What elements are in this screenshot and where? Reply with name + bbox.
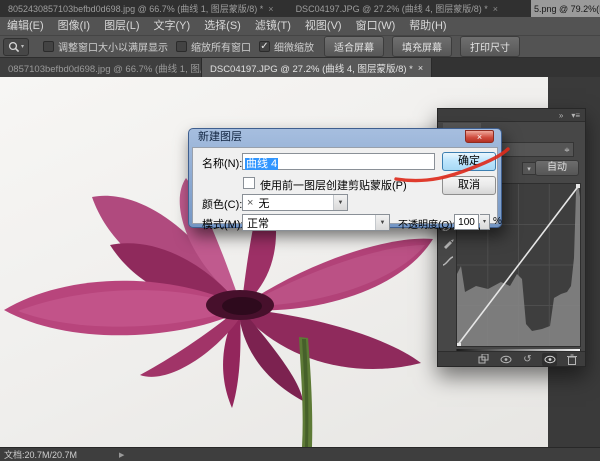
print-size-button[interactable]: 打印尺寸	[460, 36, 520, 57]
dialog-body: 名称(N): 曲线 4 确定 取消 使用前一图层创建剪贴蒙版(P) 颜色(C):…	[192, 147, 498, 224]
menu-edit[interactable]: 编辑(E)	[0, 17, 51, 36]
opacity-input[interactable]: 100	[454, 214, 479, 230]
none-swatch-icon: ×	[247, 197, 253, 209]
chevron-down-icon: ▼	[375, 215, 389, 230]
clip-to-layer-icon[interactable]	[476, 353, 491, 366]
menu-select[interactable]: 选择(S)	[197, 17, 248, 36]
opacity-spinner[interactable]: ▾	[480, 214, 490, 230]
properties-panel-header[interactable]: » ▾≡	[438, 109, 585, 122]
window-tab-2[interactable]: DSC04197.JPG @ 27.2% (曲线 4, 图层蒙版/8) * ×	[288, 0, 506, 17]
status-menu-triangle-icon[interactable]: ▶	[119, 451, 124, 459]
collapse-panel-icon[interactable]: »	[559, 111, 563, 120]
resize-windows-label: 调整窗口大小以满屏显示	[58, 39, 168, 54]
status-bar: 文档:20.7M/20.7M ▶	[0, 447, 600, 461]
window-tab-label: DSC04197.JPG @ 27.2% (曲线 4, 图层蒙版/8) *	[296, 2, 488, 15]
menu-bar: 编辑(E) 图像(I) 图层(L) 文字(Y) 选择(S) 滤镜(T) 视图(V…	[0, 17, 600, 36]
menu-view[interactable]: 视图(V)	[298, 17, 349, 36]
pencil-icon[interactable]	[442, 237, 454, 249]
chevron-down-icon: ▼	[333, 195, 347, 210]
blend-mode-dropdown[interactable]: 正常 ▼	[242, 214, 390, 231]
resize-windows-checkbox[interactable]	[43, 41, 54, 52]
document-tab-bar: 0857103befbd0d698.jpg @ 66.7% (曲线 1, 图层蒙…	[0, 58, 600, 77]
zoom-all-windows-label: 缩放所有窗口	[191, 39, 251, 54]
magnifier-icon	[8, 41, 20, 53]
window-tab-3-active[interactable]: 5.png @ 79.2%(RGB/8	[531, 0, 600, 17]
cancel-button[interactable]: 取消	[442, 176, 496, 195]
curve-point-highlight	[576, 184, 580, 188]
menu-filter[interactable]: 滤镜(T)	[248, 17, 298, 36]
color-label: 颜色(C):	[202, 196, 242, 212]
window-tab-1[interactable]: 8052430857103befbd0d698.jpg @ 66.7% (曲线 …	[0, 0, 282, 17]
dialog-title: 新建图层	[189, 129, 501, 146]
close-icon: ×	[477, 132, 482, 142]
new-layer-dialog: 新建图层 × 名称(N): 曲线 4 确定 取消 使用前一图层创建剪贴蒙版(P)…	[188, 128, 502, 228]
panel-menu-icon[interactable]: ▾≡	[571, 111, 580, 120]
layer-visibility-eye-icon[interactable]	[542, 353, 557, 366]
color-dropdown[interactable]: × 无 ▼	[242, 194, 348, 211]
close-icon[interactable]: ×	[493, 4, 498, 14]
tool-options-bar: ▾ 调整窗口大小以满屏显示 缩放所有窗口 ✓ 细微缩放 适合屏幕 填充屏幕 打印…	[0, 36, 600, 58]
smooth-curve-icon[interactable]	[442, 255, 454, 267]
document-tab-inactive[interactable]: 0857103befbd0d698.jpg @ 66.7% (曲线 1, 图层蒙…	[0, 58, 202, 77]
mode-label: 模式(M):	[202, 216, 244, 232]
photoshop-window: 8052430857103befbd0d698.jpg @ 66.7% (曲线 …	[0, 0, 600, 461]
chevron-down-icon: ▾	[21, 43, 24, 50]
document-tab-label: 0857103befbd0d698.jpg @ 66.7% (曲线 1, 图层蒙…	[8, 61, 202, 75]
document-tab-label: DSC04197.JPG @ 27.2% (曲线 4, 图层蒙版/8) *	[210, 61, 413, 75]
fit-screen-button[interactable]: 适合屏幕	[324, 36, 384, 57]
menu-help[interactable]: 帮助(H)	[402, 17, 453, 36]
scrubby-zoom-label: 细微缩放	[274, 39, 314, 54]
zoom-tool-chip[interactable]: ▾	[3, 38, 29, 56]
opacity-label: 不透明度(O):	[398, 216, 455, 231]
layer-name-input[interactable]: 曲线 4	[242, 153, 435, 170]
zoom-all-windows-checkbox[interactable]	[176, 41, 187, 52]
auto-button[interactable]: 自动	[535, 160, 579, 176]
view-previous-state-icon[interactable]	[498, 353, 513, 366]
dialog-close-button[interactable]: ×	[465, 130, 494, 143]
document-size-text: 文档:20.7M/20.7M	[4, 448, 77, 461]
scrubby-zoom-checkbox[interactable]: ✓	[259, 41, 270, 52]
document-tab-active[interactable]: DSC04197.JPG @ 27.2% (曲线 4, 图层蒙版/8) * ×	[202, 58, 432, 77]
fill-screen-button[interactable]: 填充屏幕	[392, 36, 452, 57]
window-title-bar: 8052430857103befbd0d698.jpg @ 66.7% (曲线 …	[0, 0, 600, 17]
use-previous-layer-label: 使用前一图层创建剪贴蒙版(P)	[260, 177, 407, 193]
scroll-icon: ≑	[564, 146, 570, 154]
window-tab-label: 5.png @ 79.2%(RGB/8	[534, 4, 600, 14]
name-label: 名称(N):	[202, 155, 242, 171]
reset-icon[interactable]: ↺	[520, 353, 535, 366]
curve-point-shadow	[457, 343, 461, 346]
window-tab-label: 8052430857103befbd0d698.jpg @ 66.7% (曲线 …	[8, 2, 263, 15]
chevron-down-icon: ▾	[527, 165, 531, 173]
delete-trash-icon[interactable]	[564, 353, 579, 366]
opacity-unit: %	[493, 216, 502, 227]
menu-type[interactable]: 文字(Y)	[147, 17, 198, 36]
mode-value: 正常	[247, 215, 269, 231]
close-icon[interactable]: ×	[268, 4, 273, 14]
selected-text: 曲线 4	[245, 158, 278, 170]
menu-layer[interactable]: 图层(L)	[97, 17, 146, 36]
close-icon[interactable]: ×	[418, 63, 423, 73]
ok-button[interactable]: 确定	[442, 152, 496, 171]
properties-panel-footer: ↺	[438, 351, 585, 366]
menu-window[interactable]: 窗口(W)	[349, 17, 403, 36]
channel-dropdown[interactable]: ▾	[522, 162, 536, 175]
menu-image[interactable]: 图像(I)	[51, 17, 97, 36]
check-icon: ✓	[260, 42, 268, 52]
color-value: 无	[258, 195, 269, 211]
use-previous-layer-checkbox[interactable]	[243, 177, 255, 189]
